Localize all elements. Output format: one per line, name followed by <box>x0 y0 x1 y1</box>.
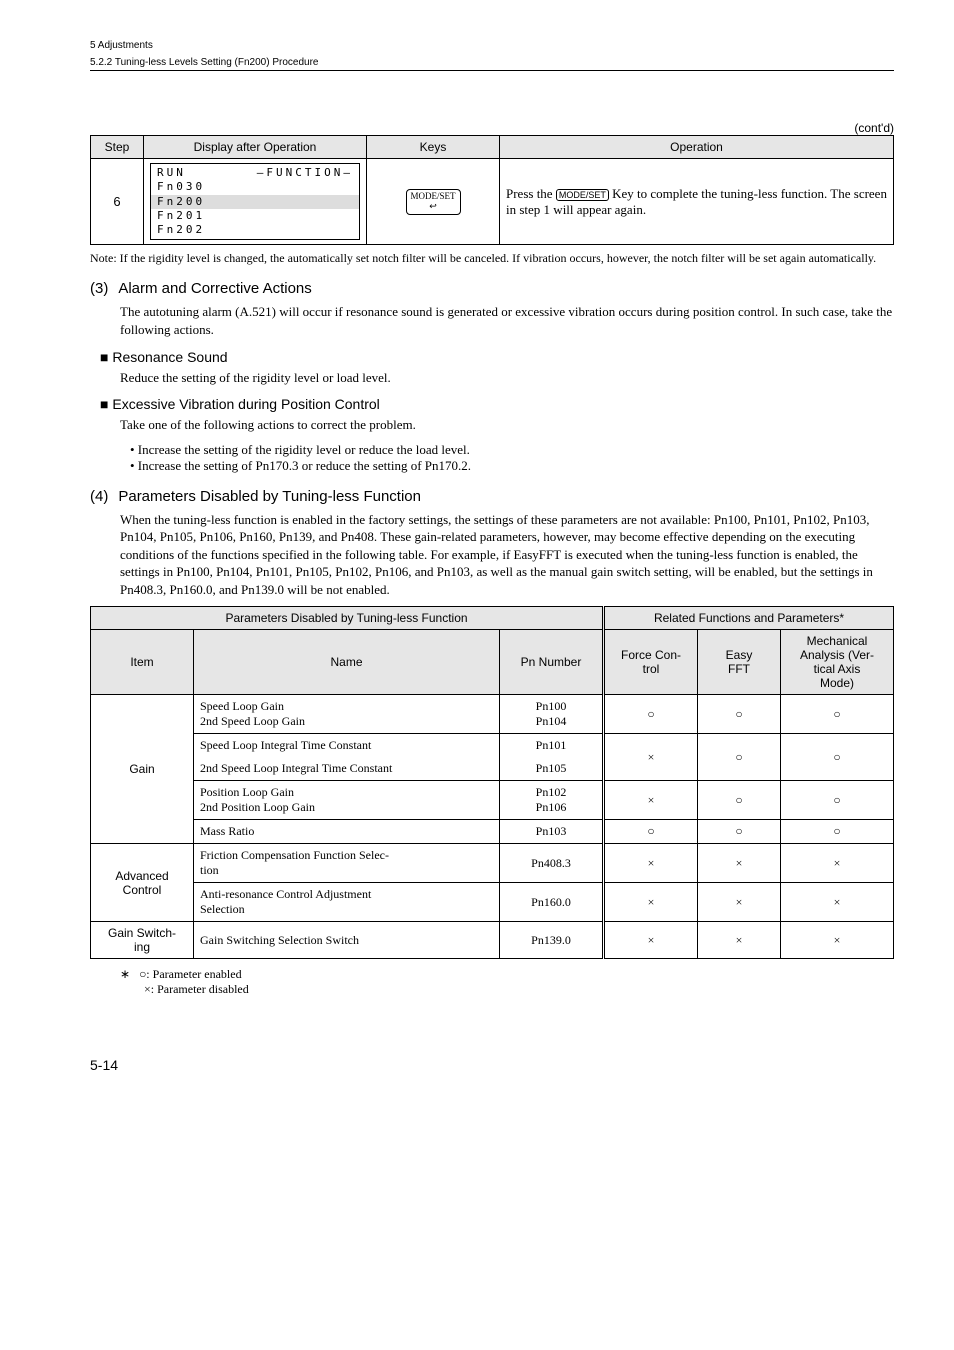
r7-pn: Pn139.0 <box>500 922 604 959</box>
th-related: Related Functions and Parameters* <box>604 607 894 630</box>
r6-name: Anti-resonance Control AdjustmentSelecti… <box>194 883 500 922</box>
r4-e: ○ <box>698 820 781 844</box>
params-table: Parameters Disabled by Tuning-less Funct… <box>90 606 894 959</box>
op-text-a: Press the <box>506 186 556 201</box>
th-pn: Pn Number <box>500 630 604 695</box>
s3-num: (3) <box>90 280 108 297</box>
r3-m: ○ <box>781 781 894 820</box>
step-table: Step Display after Operation Keys Operat… <box>90 135 894 245</box>
note-text: Note: If the rigidity level is changed, … <box>120 251 894 266</box>
s3-title: Alarm and Corrective Actions <box>118 280 311 297</box>
r5-name: Friction Compensation Function Selec-tio… <box>194 844 500 883</box>
th-keys: Keys <box>367 136 500 159</box>
r2b-pn: Pn105 <box>500 757 604 781</box>
r7-f: × <box>604 922 698 959</box>
r3-pn: Pn102Pn106 <box>500 781 604 820</box>
section-3-heading: (3) Alarm and Corrective Actions <box>90 280 894 297</box>
r1-name: Speed Loop Gain2nd Speed Loop Gain <box>194 695 500 734</box>
chapter-label: 5 Adjustments <box>90 40 894 51</box>
r6-m: × <box>781 883 894 922</box>
item-advanced: AdvancedControl <box>91 844 194 922</box>
section-4-heading: (4) Parameters Disabled by Tuning-less Fu… <box>90 488 894 505</box>
r7-name: Gain Switching Selection Switch <box>194 922 500 959</box>
operation-cell: Press the MODE/SET Key to complete the t… <box>500 159 894 245</box>
modeset-key-icon: MODE/SET ↩ <box>406 189 461 215</box>
r4-m: ○ <box>781 820 894 844</box>
r2a-name: Speed Loop Integral Time Constant <box>194 734 500 758</box>
r2-e: ○ <box>698 734 781 781</box>
s4-num: (4) <box>90 488 108 505</box>
s3-body: The autotuning alarm (A.521) will occur … <box>120 303 894 338</box>
section-label: 5.2.2 Tuning-less Levels Setting (Fn200)… <box>90 57 894 71</box>
th-force: Force Con-trol <box>604 630 698 695</box>
disp-fn030: Fn030 <box>157 180 353 194</box>
page-number: 5-14 <box>90 1057 894 1073</box>
disp-fn200: Fn200 <box>151 195 359 209</box>
item-gain: Gain <box>91 695 194 844</box>
r5-f: × <box>604 844 698 883</box>
r5-pn: Pn408.3 <box>500 844 604 883</box>
r4-f: ○ <box>604 820 698 844</box>
th-name: Name <box>194 630 500 695</box>
disp-function: —FUNCTION— <box>257 166 353 180</box>
vibration-heading: Excessive Vibration during Position Cont… <box>100 396 894 412</box>
r6-e: × <box>698 883 781 922</box>
r4-name: Mass Ratio <box>194 820 500 844</box>
keys-cell: MODE/SET ↩ <box>367 159 500 245</box>
s4-title: Parameters Disabled by Tuning-less Funct… <box>118 488 421 505</box>
r2b-name: 2nd Speed Loop Integral Time Constant <box>194 757 500 781</box>
th-item: Item <box>91 630 194 695</box>
r4-pn: Pn103 <box>500 820 604 844</box>
r3-e: ○ <box>698 781 781 820</box>
return-arrow-icon: ↩ <box>429 201 437 211</box>
r3-f: × <box>604 781 698 820</box>
r6-pn: Pn160.0 <box>500 883 604 922</box>
footnote: ∗ ○: Parameter enabled ×: Parameter disa… <box>120 967 894 997</box>
th-mech: MechanicalAnalysis (Ver-tical AxisMode) <box>781 630 894 695</box>
r1-pn: Pn100Pn104 <box>500 695 604 734</box>
modeset-label: MODE/SET <box>411 191 456 201</box>
r1-f: ○ <box>604 695 698 734</box>
s4-body: When the tuning-less function is enabled… <box>120 511 894 599</box>
vibration-body: Take one of the following actions to cor… <box>120 416 894 434</box>
th-disabled: Parameters Disabled by Tuning-less Funct… <box>91 607 604 630</box>
r2a-pn: Pn101 <box>500 734 604 758</box>
display-after-op: RUN —FUNCTION— Fn030 Fn200 Fn201 Fn202 <box>144 159 367 245</box>
footnote-l1: ○: Parameter enabled <box>139 967 242 981</box>
disp-run: RUN <box>157 166 186 180</box>
step-number: 6 <box>91 159 144 245</box>
footnote-star: ∗ <box>120 967 130 981</box>
disp-fn201: Fn201 <box>157 209 353 223</box>
r2-f: × <box>604 734 698 781</box>
th-step: Step <box>91 136 144 159</box>
r1-m: ○ <box>781 695 894 734</box>
resonance-heading: Resonance Sound <box>100 349 894 365</box>
resonance-body: Reduce the setting of the rigidity level… <box>120 369 894 387</box>
th-operation: Operation <box>500 136 894 159</box>
r5-e: × <box>698 844 781 883</box>
r2-m: ○ <box>781 734 894 781</box>
th-easy: EasyFFT <box>698 630 781 695</box>
r6-f: × <box>604 883 698 922</box>
r3-name: Position Loop Gain2nd Position Loop Gain <box>194 781 500 820</box>
th-display: Display after Operation <box>144 136 367 159</box>
r1-e: ○ <box>698 695 781 734</box>
inline-modeset-key: MODE/SET <box>556 189 609 201</box>
r7-m: × <box>781 922 894 959</box>
disp-fn202: Fn202 <box>157 223 353 237</box>
r5-m: × <box>781 844 894 883</box>
contd-label: (cont'd) <box>90 121 894 135</box>
bullet-2: • Increase the setting of Pn170.3 or red… <box>130 458 894 474</box>
item-gainswitch: Gain Switch-ing <box>91 922 194 959</box>
r7-e: × <box>698 922 781 959</box>
footnote-l2: ×: Parameter disabled <box>144 982 249 996</box>
bullet-1: • Increase the setting of the rigidity l… <box>130 442 894 458</box>
